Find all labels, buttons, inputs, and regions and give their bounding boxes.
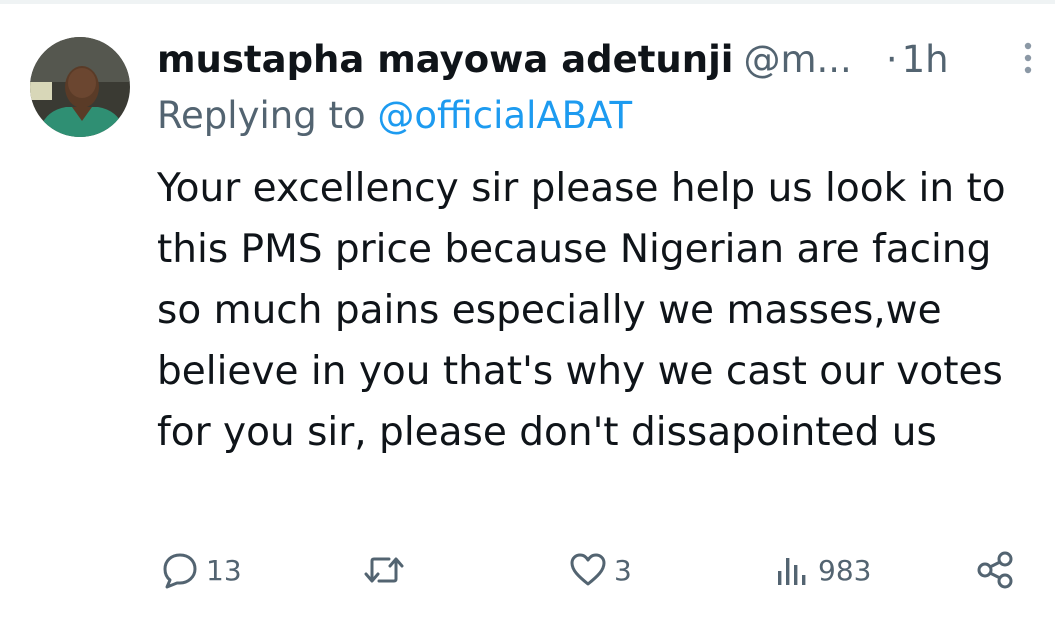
views-bar-chart-icon bbox=[772, 550, 812, 590]
user-handle[interactable]: @m... bbox=[743, 38, 851, 81]
time-separator: · bbox=[885, 37, 898, 81]
views-count: 983 bbox=[818, 553, 872, 587]
share-icon bbox=[975, 549, 1017, 591]
more-options-button[interactable] bbox=[1016, 40, 1040, 76]
reply-button[interactable]: 13 bbox=[160, 540, 242, 600]
timestamp[interactable]: 1h bbox=[902, 38, 949, 81]
heart-icon bbox=[568, 550, 608, 590]
more-vertical-icon bbox=[1016, 42, 1040, 80]
tweet-card[interactable]: mustapha mayowa adetunji @m... · 1h Repl… bbox=[0, 0, 1055, 617]
views-button[interactable]: 983 bbox=[772, 540, 871, 600]
display-name[interactable]: mustapha mayowa adetunji bbox=[157, 38, 733, 81]
like-button[interactable]: 3 bbox=[568, 540, 632, 600]
reply-bubble-icon bbox=[160, 550, 200, 590]
avatar[interactable] bbox=[30, 37, 130, 137]
tweet-text: Your excellency sir please help us look … bbox=[157, 166, 1006, 455]
share-button[interactable] bbox=[975, 540, 1017, 600]
action-bar: 13 3 983 bbox=[0, 540, 1055, 600]
replying-to: Replying to @officialABAT bbox=[157, 94, 632, 137]
reply-count: 13 bbox=[206, 553, 242, 587]
like-count: 3 bbox=[614, 553, 632, 587]
retweet-button[interactable] bbox=[362, 540, 412, 600]
retweet-icon bbox=[362, 550, 406, 590]
replying-prefix: Replying to bbox=[157, 94, 366, 137]
replying-to-mention[interactable]: @officialABAT bbox=[377, 94, 632, 137]
tweet-header: mustapha mayowa adetunji @m... · 1h bbox=[157, 34, 949, 84]
